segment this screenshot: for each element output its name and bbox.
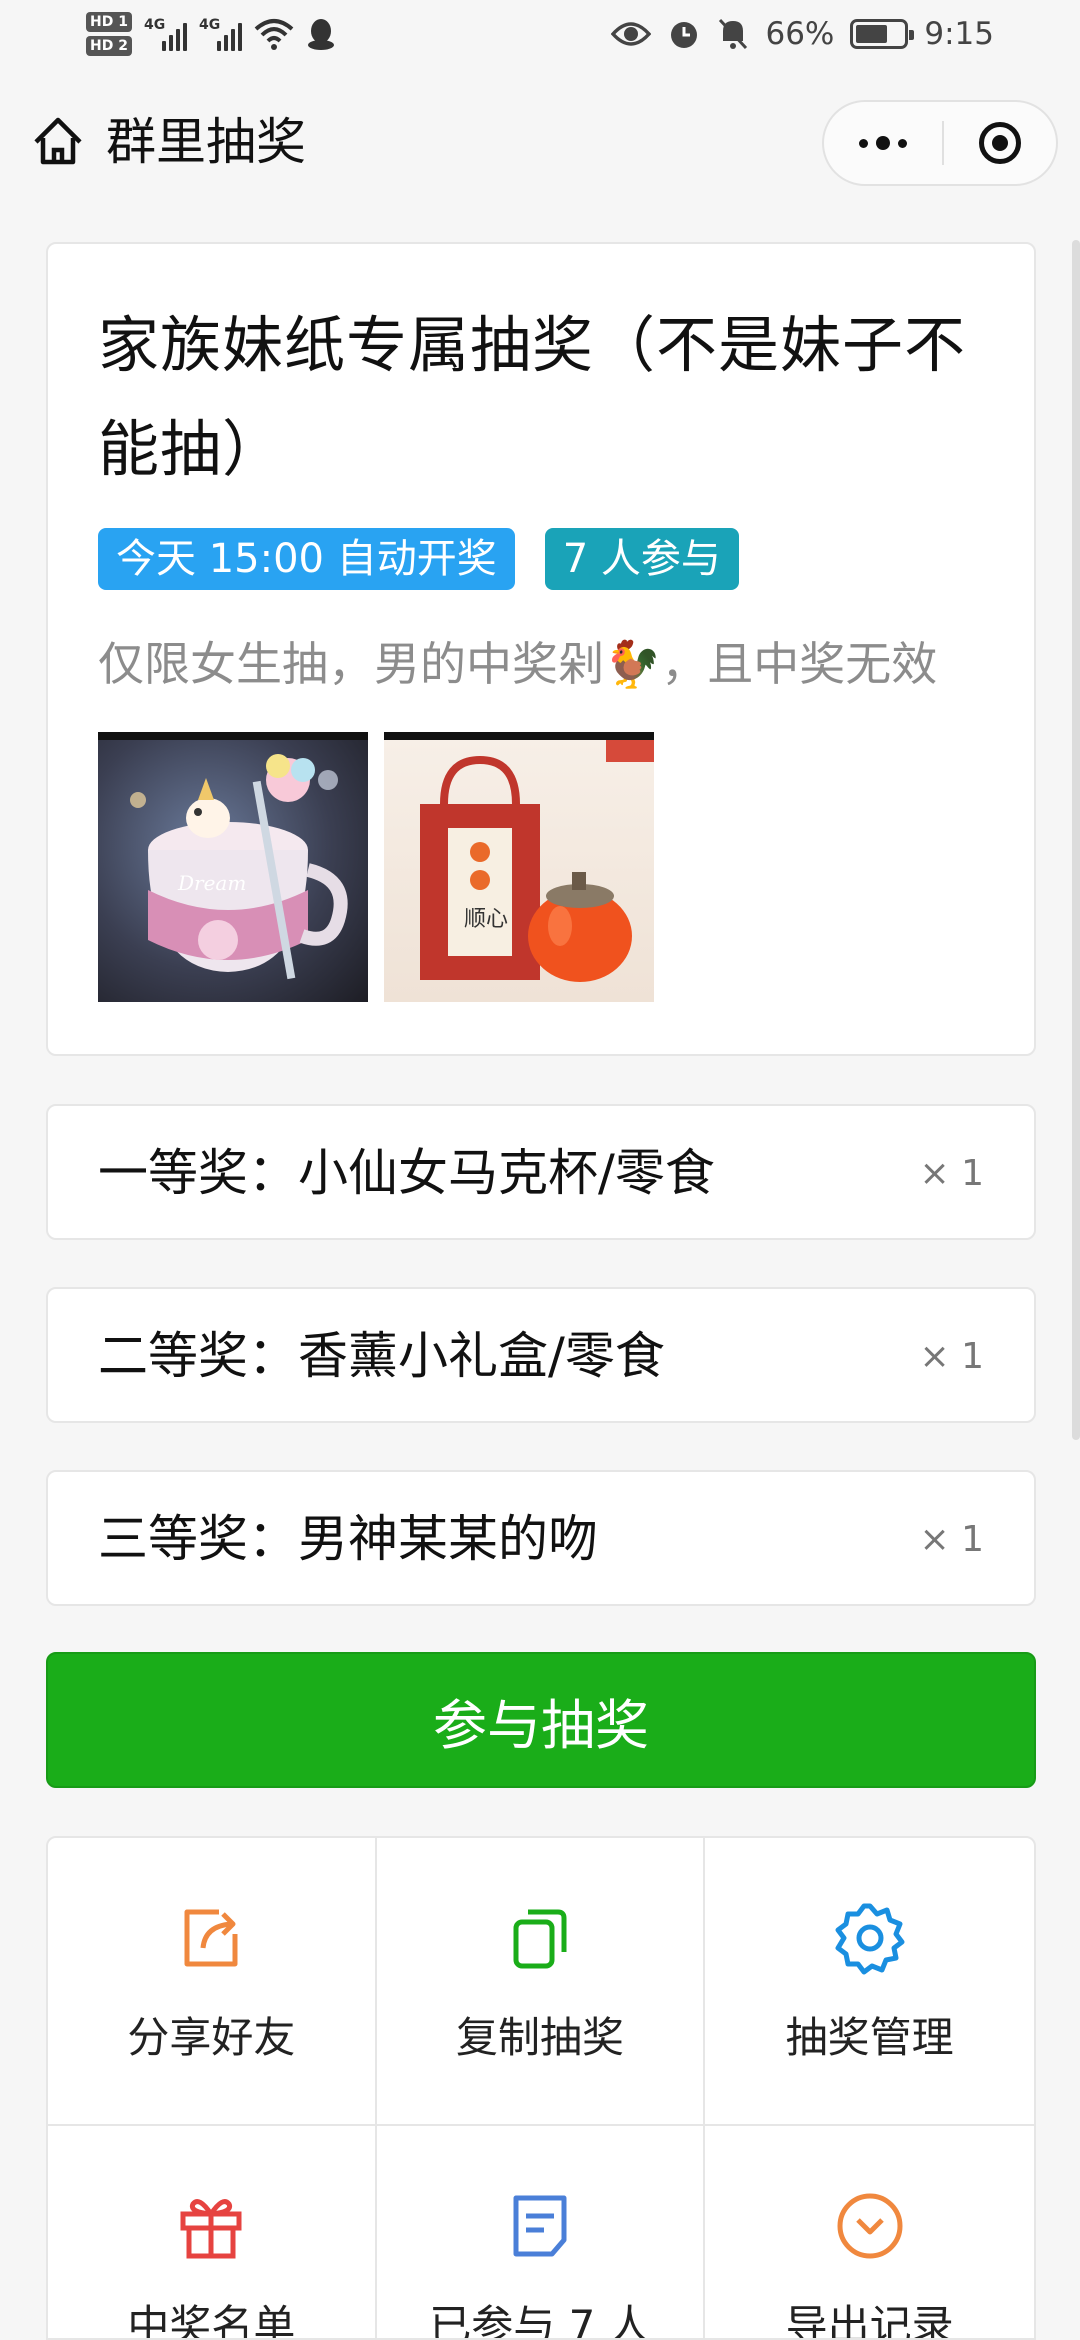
network-type-2: 4G [198,17,221,33]
more-dot-icon [876,136,890,150]
status-right: 66% 9:15 [611,16,994,52]
action-grid: 分享好友 复制抽奖 抽奖管理 中奖名单 已参与 7 人 导出记录 [46,1836,1036,2340]
export-records-button[interactable]: 导出记录 [705,2126,1034,2340]
share-icon [184,1909,238,1967]
wifi-icon [254,19,294,50]
prize-quantity: × 1 [919,1336,984,1377]
prize-item: 二等奖：香薰小礼盒/零食 × 1 [46,1287,1036,1423]
copy-lottery-button[interactable]: 复制抽奖 [376,1838,706,2126]
join-lottery-button[interactable]: 参与抽奖 [46,1652,1036,1788]
action-label: 中奖名单 [127,2301,296,2340]
sim2-hd-badge: HD 2 [86,36,132,56]
participants-button[interactable]: 已参与 7 人 [377,2126,706,2340]
winner-list-button[interactable]: 中奖名单 [48,2126,377,2340]
lottery-info-card: 家族妹纸专属抽奖（不是妹子不能抽） 今天 15:00 自动开奖 7 人参与 仅限… [46,242,1036,1056]
eye-icon [611,22,652,46]
gift-box-photo[interactable]: 顺心 [384,732,654,1002]
lottery-title: 家族妹纸专属抽奖（不是妹子不能抽） [98,310,967,485]
prize-quantity: × 1 [919,1519,984,1560]
mute-icon [719,18,748,50]
prize-item: 三等奖：男神某某的吻 × 1 [46,1470,1036,1606]
more-menu-button[interactable] [824,102,942,184]
sim-indicators: HD 1 HD 2 [86,12,132,56]
signal-2-icon: 4G [199,17,242,51]
unicorn-mug-photo[interactable]: Dream [98,732,368,1002]
status-bar: HD 1 HD 2 4G 4G 66% 9:15 [0,0,1080,82]
export-icon [837,2193,903,2259]
signal-1-icon: 4G [144,17,187,51]
prize-label: 一等奖：小仙女马克杯/零食 [98,1144,715,1202]
lottery-management-button[interactable]: 抽奖管理 [705,1838,1034,2126]
action-label: 分享好友 [127,2013,296,2062]
battery-percent: 66% [765,16,835,52]
prize-label: 二等奖：香薰小礼盒/零食 [98,1327,665,1385]
svg-text:顺心: 顺心 [464,907,508,932]
nav-bar: 群里抽奖 [0,82,1080,200]
lottery-badges: 今天 15:00 自动开奖 7 人参与 [98,528,739,590]
gear-icon [835,1903,905,1975]
action-label: 复制抽奖 [455,2013,624,2062]
prize-item: 一等奖：小仙女马克杯/零食 × 1 [46,1104,1036,1240]
action-label: 导出记录 [785,2301,954,2340]
copy-icon [513,1909,567,1969]
prize-photos: Dream 顺心 [98,732,654,1002]
close-mini-program-button[interactable] [944,102,1056,184]
sim1-hd-badge: HD 1 [86,12,132,32]
clock: 9:15 [924,16,994,52]
prize-quantity: × 1 [919,1153,984,1194]
gift-icon [180,2199,242,2259]
home-icon[interactable] [30,114,86,170]
alarm-icon [671,22,698,48]
more-dot-icon [859,138,868,148]
share-friends-button[interactable]: 分享好友 [48,1838,377,2126]
battery-icon [850,19,915,49]
scrollbar[interactable] [1072,240,1080,1440]
lottery-description: 仅限女生抽，男的中奖剁🐓，且中奖无效 [98,637,938,691]
page-title: 群里抽奖 [106,113,306,171]
target-icon [979,122,1021,164]
network-type-1: 4G [143,17,166,33]
mini-program-capsule [822,100,1058,186]
participant-count-badge: 7 人参与 [544,528,739,590]
status-left: HD 1 HD 2 4G 4G [86,12,336,56]
battery-fill [856,25,887,43]
action-label: 抽奖管理 [785,2013,954,2062]
draw-time-badge: 今天 15:00 自动开奖 [98,528,515,590]
svg-text:Dream: Dream [177,871,246,895]
prize-label: 三等奖：男神某某的吻 [98,1510,598,1568]
qq-icon [307,19,334,50]
more-dot-icon [898,138,907,148]
document-icon [513,2195,567,2257]
action-label: 已参与 7 人 [429,2301,651,2340]
